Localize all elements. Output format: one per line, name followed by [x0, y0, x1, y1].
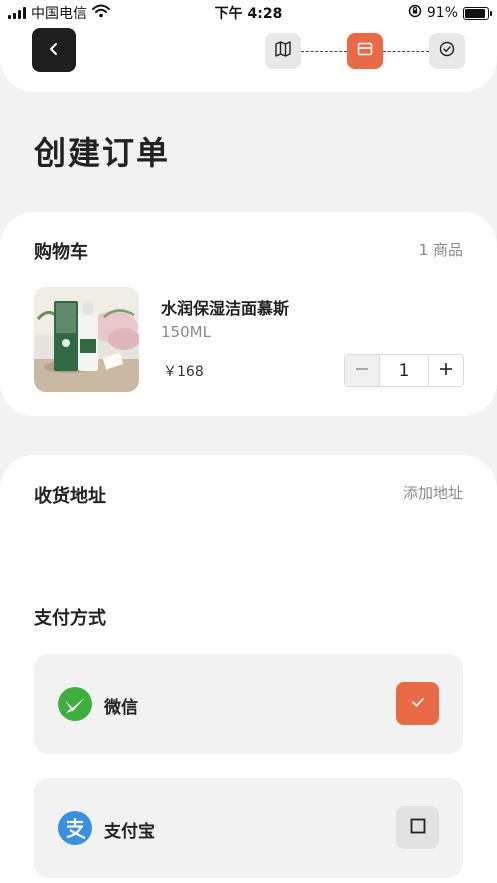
payment-checkbox-alipay[interactable] — [396, 806, 439, 849]
back-button[interactable] — [32, 28, 76, 72]
cart-count: 1 商品 — [418, 241, 463, 259]
chevron-left-icon — [47, 41, 61, 60]
check-circle-icon — [438, 40, 456, 62]
page-title: 创建订单 — [34, 134, 171, 172]
payment-checkbox-wechat[interactable] — [396, 682, 439, 725]
step-confirm[interactable] — [429, 33, 465, 69]
step-payment[interactable] — [347, 33, 383, 69]
address-payment-card: 收货地址 添加地址 支付方式 微信 支付宝 — [0, 455, 497, 883]
signal-icon — [8, 7, 26, 19]
quantity-value[interactable]: 1 — [379, 355, 429, 386]
payment-option-alipay[interactable]: 支付宝 — [34, 778, 463, 878]
step-divider — [383, 50, 429, 52]
product-image[interactable] — [34, 287, 139, 392]
address-title: 收货地址 — [34, 486, 106, 507]
status-bar: 中国电信 下午 4:28 91% — [0, 0, 497, 26]
plus-icon — [439, 361, 453, 380]
quantity-stepper: 1 — [344, 354, 464, 387]
product-name[interactable]: 水润保湿洁面慕斯 — [161, 295, 289, 319]
map-icon — [274, 40, 292, 62]
orientation-lock-icon — [408, 4, 422, 22]
payment-label-wechat: 微信 — [104, 698, 138, 718]
card-icon — [356, 40, 374, 62]
carrier-name: 中国电信 — [31, 6, 87, 22]
product-spec: 150ML — [161, 323, 211, 341]
add-address-link[interactable]: 添加地址 — [403, 482, 463, 503]
wechat-icon — [58, 687, 92, 721]
status-time: 下午 4:28 — [214, 6, 283, 22]
battery-icon — [463, 6, 492, 20]
battery-percent: 91% — [426, 5, 458, 21]
decrease-quantity-button[interactable] — [345, 355, 379, 386]
payment-label-alipay: 支付宝 — [104, 822, 155, 842]
checkout-steps — [265, 33, 465, 69]
step-map[interactable] — [265, 33, 301, 69]
payment-option-wechat[interactable]: 微信 — [34, 654, 463, 754]
cart-card: 购物车 1 商品 水润保湿洁面慕斯 150ML ￥168 1 — [0, 212, 497, 416]
minus-icon — [355, 361, 369, 380]
payment-title: 支付方式 — [34, 608, 106, 629]
increase-quantity-button[interactable] — [429, 355, 463, 386]
step-divider — [301, 50, 347, 52]
wifi-icon — [92, 4, 110, 22]
product-price: ￥168 — [163, 364, 204, 380]
alipay-icon — [58, 811, 92, 845]
check-icon — [410, 694, 426, 714]
checkbox-empty-icon — [410, 818, 426, 838]
cart-title: 购物车 — [34, 242, 88, 263]
